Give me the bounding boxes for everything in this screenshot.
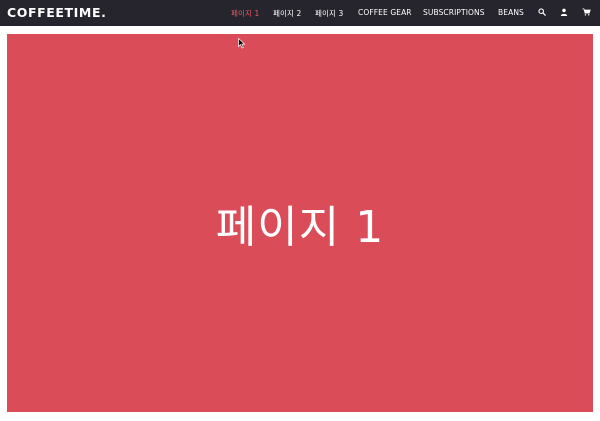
hero-banner: 페이지 1 — [7, 34, 593, 412]
search-icon[interactable] — [537, 7, 547, 17]
cart-icon[interactable] — [581, 7, 591, 17]
nav-item-page-2[interactable]: 페이지 2 — [273, 8, 301, 19]
hero-title: 페이지 1 — [215, 202, 385, 253]
nav-item-beans[interactable]: BEANS — [498, 8, 524, 17]
brand-logo[interactable]: COFFEETIME. — [7, 5, 106, 20]
nav-item-page-3[interactable]: 페이지 3 — [315, 8, 343, 19]
nav-item-page-1[interactable]: 페이지 1 — [231, 8, 259, 19]
mouse-cursor-icon — [238, 38, 246, 49]
top-navbar: COFFEETIME. 페이지 1 페이지 2 페이지 3 COFFEE GEA… — [0, 0, 600, 26]
user-icon[interactable] — [559, 7, 569, 17]
nav-item-coffee-gear[interactable]: COFFEE GEAR — [358, 8, 412, 17]
nav-item-subscriptions[interactable]: SUBSCRIPTIONS — [423, 8, 485, 17]
